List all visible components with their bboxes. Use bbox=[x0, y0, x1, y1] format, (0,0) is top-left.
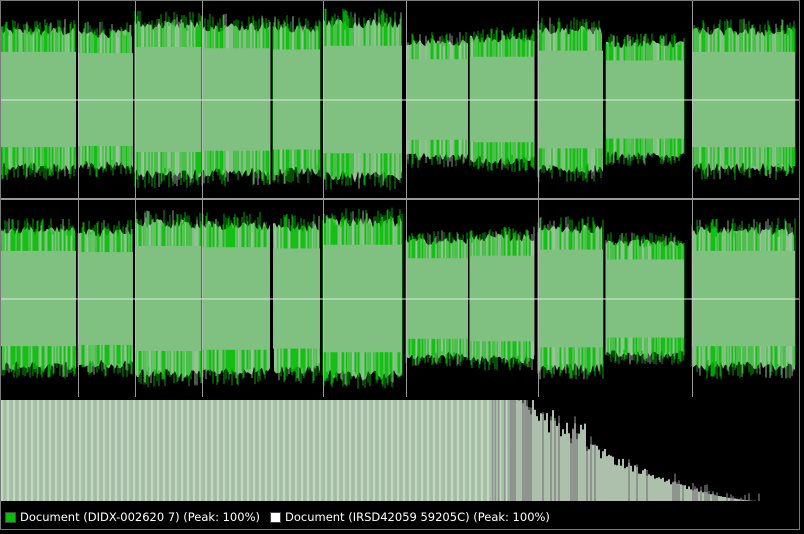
right-channel-segment-7 bbox=[405, 230, 468, 367]
waveform-channel-right bbox=[1, 200, 799, 397]
right-channel-segment-6 bbox=[322, 207, 403, 389]
left-channel-segment-11 bbox=[692, 18, 796, 180]
waveform-left-plot bbox=[1, 1, 799, 198]
left-channel-segment-6 bbox=[323, 8, 402, 191]
white-square-icon bbox=[269, 511, 281, 523]
left-channel-segment-3 bbox=[134, 10, 202, 189]
left-channel-segment-2 bbox=[78, 21, 133, 178]
waveform-right-plot bbox=[1, 200, 799, 397]
right-channel-segment-9 bbox=[537, 216, 604, 380]
waveform-channel-left bbox=[1, 1, 799, 198]
legend-label-document-2: Document (IRSD42059 59205C) (Peak: 100%) bbox=[284, 510, 550, 524]
right-channel-segment-2 bbox=[77, 219, 133, 377]
legend-item-document-1: Document (DIDX-002620 7) (Peak: 100%) bbox=[5, 510, 260, 524]
spectrum-panel bbox=[1, 400, 799, 501]
right-channel-segment-1 bbox=[1, 218, 76, 379]
legend-label-document-1: Document (DIDX-002620 7) (Peak: 100%) bbox=[20, 510, 260, 524]
legend-bar: Document (DIDX-002620 7) (Peak: 100%) Do… bbox=[1, 505, 799, 529]
spectrum-plot bbox=[1, 400, 760, 501]
waveform-comparison-window: Document (DIDX-002620 7) (Peak: 100%) Do… bbox=[0, 0, 800, 530]
green-square-icon bbox=[5, 511, 16, 523]
legend-item-document-2: Document (IRSD42059 59205C) (Peak: 100%) bbox=[269, 510, 550, 524]
